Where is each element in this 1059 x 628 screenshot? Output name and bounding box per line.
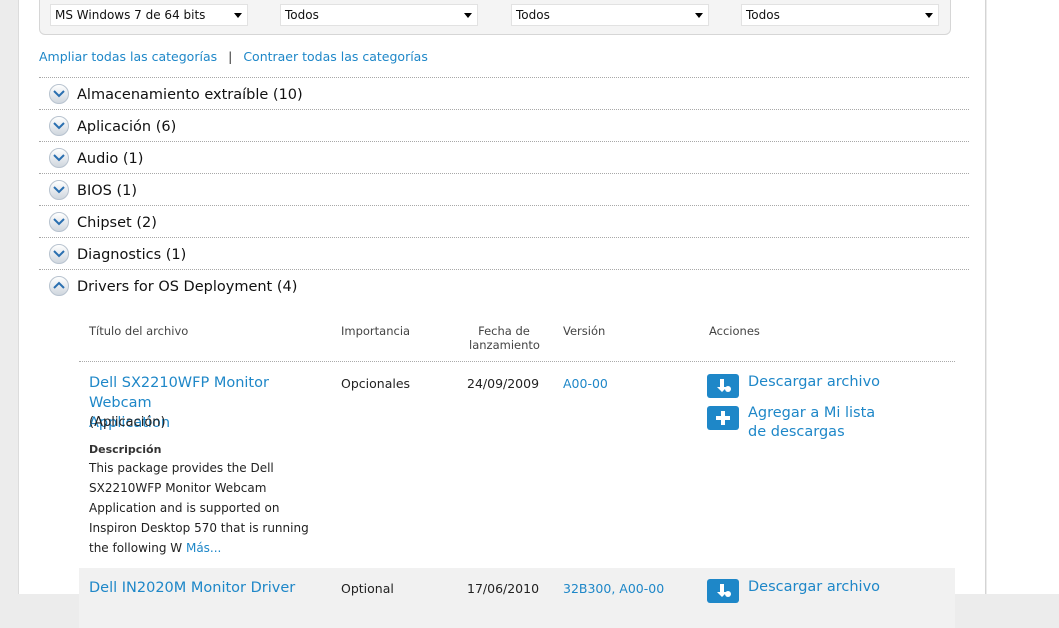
importance-value: Opcionales — [341, 376, 411, 391]
filter-select-3-value: Todos — [516, 8, 550, 22]
file-category: (Aplicación) — [89, 415, 166, 430]
category-audio[interactable]: Audio (1) — [39, 141, 969, 173]
category-label: Diagnostics (1) — [77, 247, 187, 263]
description-label: Descripción — [89, 443, 162, 456]
category-bios[interactable]: BIOS (1) — [39, 173, 969, 205]
expand-chevron-icon[interactable] — [49, 244, 69, 264]
filter-select-4[interactable]: Todos — [741, 4, 939, 26]
description-line: Application and is supported on — [89, 501, 280, 515]
category-label: Chipset (2) — [77, 215, 157, 231]
page-content: MS Windows 7 de 64 bits Todos Todos Todo… — [18, 0, 986, 628]
header-date-line1: Fecha de — [478, 324, 530, 338]
header-importance: Importancia — [341, 324, 411, 338]
category-application[interactable]: Aplicación (6) — [39, 109, 969, 141]
header-title: Título del archivo — [89, 324, 189, 338]
download-file-link[interactable]: Descargar archivo — [748, 578, 880, 597]
filter-select-2-value: Todos — [285, 8, 319, 22]
header-version: Versión — [563, 324, 606, 338]
right-margin — [987, 0, 1059, 594]
dropdown-arrow-icon — [234, 13, 242, 18]
description-text: This package provides the Dell SX2210WFP… — [89, 458, 329, 558]
category-list: Almacenamiento extraíble (10) Aplicación… — [39, 77, 969, 301]
release-date: 24/09/2009 — [467, 376, 540, 391]
filter-panel: MS Windows 7 de 64 bits Todos Todos Todo… — [39, 0, 951, 35]
os-select-value: MS Windows 7 de 64 bits — [55, 8, 206, 22]
dropdown-arrow-icon — [695, 13, 703, 18]
description-line: SX2210WFP Monitor Webcam — [89, 481, 267, 495]
category-removable-storage[interactable]: Almacenamiento extraíble (10) — [39, 77, 969, 109]
description-line-last: the following W Más... — [89, 538, 329, 558]
download-icon[interactable] — [707, 579, 739, 603]
description-line: Inspiron Desktop 570 that is running — [89, 521, 309, 535]
category-label: Almacenamiento extraíble (10) — [77, 87, 303, 103]
version-link[interactable]: A00-00 — [563, 376, 608, 391]
file-title-line1: Dell SX2210WFP Monitor Webcam — [89, 375, 269, 411]
expand-chevron-icon[interactable] — [49, 148, 69, 168]
category-drivers-os-deployment[interactable]: Drivers for OS Deployment (4) — [39, 269, 969, 301]
header-date-line2: lanzamiento — [469, 338, 540, 352]
table-row: Dell IN2020M Monitor Driver Optional 17/… — [79, 568, 955, 628]
more-link[interactable]: Más... — [186, 541, 221, 555]
filter-select-2[interactable]: Todos — [280, 4, 478, 26]
category-diagnostics[interactable]: Diagnostics (1) — [39, 237, 969, 269]
dropdown-arrow-icon — [925, 13, 933, 18]
download-icon[interactable] — [707, 374, 739, 398]
table-row: Dell SX2210WFP Monitor Webcam Applicatio… — [79, 363, 955, 563]
add-to-list-icon[interactable] — [707, 406, 739, 430]
category-label: BIOS (1) — [77, 183, 137, 199]
category-label: Audio (1) — [77, 151, 144, 167]
dropdown-arrow-icon — [464, 13, 472, 18]
toggle-separator: | — [228, 49, 233, 64]
download-file-link[interactable]: Descargar archivo — [748, 373, 880, 392]
category-toggles: Ampliar todas las categorías | Contraer … — [39, 49, 428, 64]
collapse-chevron-icon[interactable] — [49, 276, 69, 296]
filter-select-3[interactable]: Todos — [511, 4, 709, 26]
header-date: Fecha de lanzamiento — [469, 324, 540, 352]
filter-select-4-value: Todos — [746, 8, 780, 22]
description-line: This package provides the Dell — [89, 461, 274, 475]
category-label: Drivers for OS Deployment (4) — [77, 279, 298, 295]
expand-chevron-icon[interactable] — [49, 116, 69, 136]
add-link-line1: Agregar a Mi lista — [748, 405, 876, 421]
add-to-download-list-link[interactable]: Agregar a Mi lista de descargas — [748, 404, 875, 442]
collapse-all-link[interactable]: Contraer todas las categorías — [243, 49, 428, 64]
table-header-divider — [79, 361, 955, 362]
expand-chevron-icon[interactable] — [49, 180, 69, 200]
add-link-line2: de descargas — [748, 424, 845, 440]
category-label: Aplicación (6) — [77, 119, 177, 135]
os-select[interactable]: MS Windows 7 de 64 bits — [50, 4, 248, 26]
expand-chevron-icon[interactable] — [49, 212, 69, 232]
description-line: the following W — [89, 541, 183, 555]
category-chipset[interactable]: Chipset (2) — [39, 205, 969, 237]
expand-chevron-icon[interactable] — [49, 84, 69, 104]
header-actions: Acciones — [709, 324, 760, 338]
expand-all-link[interactable]: Ampliar todas las categorías — [39, 49, 217, 64]
file-title-link[interactable]: Dell IN2020M Monitor Driver — [89, 578, 329, 598]
